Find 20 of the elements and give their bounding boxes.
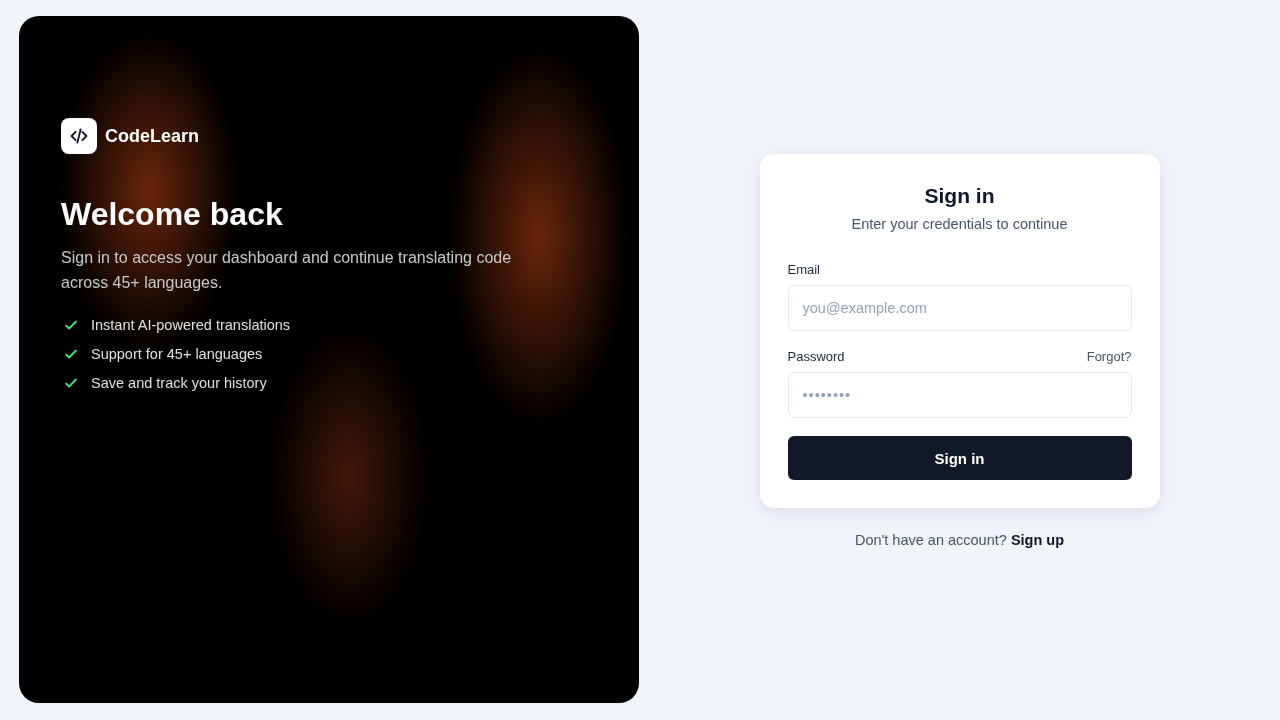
sign-in-button[interactable]: Sign in: [787, 436, 1132, 480]
sign-up-link[interactable]: Sign up: [1010, 532, 1065, 548]
email-field[interactable]: you@example.com: [787, 285, 1132, 331]
sign-up-prompt: Don't have an account? Sign up: [854, 532, 1065, 548]
forgot-link[interactable]: Forgot?: [1086, 349, 1132, 364]
feature-text: Save and track your history: [91, 375, 267, 391]
field-label: Email: [787, 262, 820, 277]
check-icon: [64, 376, 78, 390]
check-icon: [64, 318, 78, 332]
field-label: Password: [787, 349, 845, 364]
form-title: Sign in: [923, 184, 996, 208]
form-subtitle: Enter your credentials to continue: [850, 216, 1069, 232]
code-icon: [61, 118, 97, 154]
feature-text: Instant AI-powered translations: [91, 317, 291, 333]
feature-text: Support for 45+ languages: [91, 346, 263, 362]
check-icon: [64, 347, 78, 361]
hero-title: Welcome back: [61, 196, 284, 233]
hero-subtitle: Sign in to access your dashboard and continue translating code across 45+ languages.: [61, 248, 513, 293]
password-field[interactable]: ••••••••: [787, 372, 1132, 418]
brand-name: CodeLearn: [105, 125, 200, 147]
